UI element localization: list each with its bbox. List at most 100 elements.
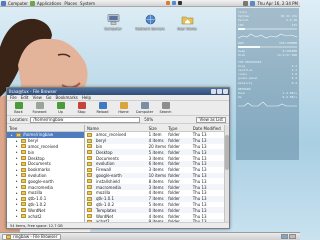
file-row[interactable]: Documents 3 items folder Thu 13 <box>85 155 224 161</box>
workspace-1[interactable] <box>281 234 288 239</box>
computer-button[interactable]: Computer <box>136 102 153 114</box>
desktop-icon-computer[interactable]: Computer <box>96 14 130 31</box>
file-name: Documents <box>96 155 119 161</box>
top-panel: Computer Applications Places System Thu … <box>0 0 300 7</box>
file-row[interactable]: amoc_received 1 item folder Thu 13 <box>85 132 224 138</box>
menu-places[interactable]: Places <box>63 1 78 6</box>
file-row[interactable]: WordNet 4 items folder Thu 13 <box>85 213 224 219</box>
file-date: Thu 13 <box>192 207 207 213</box>
file-name: installshield <box>96 178 120 184</box>
network-icon[interactable] <box>250 1 256 6</box>
file-name-cell: Templates <box>85 208 147 213</box>
file-row[interactable]: Desktop 5 items folder Thu 13 <box>85 149 224 156</box>
folder-icon <box>87 132 92 137</box>
file-row[interactable]: Firewall 3 items folder Thu 13 <box>85 167 224 173</box>
file-name-cell: macromedia <box>85 185 147 190</box>
stop-button[interactable]: Stop <box>73 102 90 114</box>
file-name-cell: amoc_received <box>85 132 147 137</box>
desktop-icon-home[interactable]: User Home <box>170 14 204 31</box>
back-button[interactable]: Back <box>10 102 27 114</box>
expand-arrow-icon[interactable]: ▸ <box>16 179 19 183</box>
tool-label: Forward <box>32 110 47 114</box>
maximize-button[interactable] <box>217 89 222 94</box>
file-row[interactable]: qtk-1.0.2 5 items folder Thu 13 <box>85 202 224 208</box>
expand-arrow-icon[interactable]: ▸ <box>16 185 19 189</box>
window-titlebar[interactable]: Ilsaa@tux - File Browser <box>7 88 229 95</box>
file-row[interactable]: mozilla 4 items folder Thu 13 <box>85 190 224 196</box>
reload-button[interactable]: Reload <box>94 102 111 114</box>
menu-view[interactable]: View <box>32 95 42 100</box>
expand-arrow-icon[interactable]: ▸ <box>16 144 19 148</box>
file-row[interactable]: macromedia 3 items folder Thu 13 <box>85 184 224 190</box>
mail-launcher-icon[interactable] <box>171 1 176 5</box>
expand-arrow-icon[interactable]: ▸ <box>16 162 19 166</box>
expand-arrow-icon[interactable]: ▸ <box>16 150 19 154</box>
file-row[interactable]: beryl 4 items folder Thu 13 <box>85 137 224 144</box>
file-date: Thu 13 <box>192 196 207 202</box>
menu-file[interactable]: File <box>10 95 17 100</box>
panel-clock[interactable]: Thu Apr 16, 2:34 PM <box>257 1 298 6</box>
expand-arrow-icon[interactable]: ▸ <box>16 173 19 177</box>
column-size[interactable]: Size <box>147 126 167 131</box>
forward-button[interactable]: Forward <box>31 102 48 114</box>
tree-item[interactable]: ▸ xchat2 <box>7 213 84 219</box>
monitor-value: 378/1008MB <box>278 41 297 46</box>
taskbar-item-file-browser[interactable]: ringbaw - File Browser <box>2 233 62 240</box>
expand-arrow-icon[interactable]: ▸ <box>16 139 19 143</box>
computer-icon[interactable] <box>1 0 6 6</box>
expand-arrow-icon[interactable]: ▸ <box>16 197 19 201</box>
file-row[interactable]: google-earth 10 items folder Thu 13 <box>85 172 224 179</box>
expand-arrow-icon[interactable]: ▸ <box>16 191 19 195</box>
menu-bookmarks[interactable]: Bookmarks <box>56 95 78 100</box>
expand-arrow-icon[interactable]: ▸ <box>16 202 19 206</box>
expand-arrow-icon[interactable]: ▸ <box>16 156 19 160</box>
process-cpu: 0.2 <box>291 80 297 85</box>
applications-icon[interactable] <box>29 0 35 6</box>
menu-edit[interactable]: Edit <box>21 95 29 100</box>
location-label: Location: <box>10 117 29 122</box>
sidebar-header[interactable]: Tree <box>7 125 84 132</box>
file-row[interactable]: bin 20 items folder Thu 13 <box>85 144 224 150</box>
expand-arrow-icon[interactable]: ▸ <box>16 208 19 212</box>
file-type: folder <box>168 207 180 213</box>
column-name[interactable]: Name <box>85 126 147 131</box>
file-size: 3 items <box>148 155 164 161</box>
file-row[interactable]: qtk-1.0.1 7 items folder Thu 13 <box>85 195 224 202</box>
expand-arrow-icon[interactable]: ▸ <box>16 214 19 218</box>
scrollbar[interactable] <box>224 125 229 222</box>
file-type: folder <box>168 167 180 173</box>
column-type[interactable]: Type <box>166 126 190 131</box>
column-date[interactable]: Date Modified <box>191 126 224 131</box>
up-button[interactable]: Up <box>52 102 69 114</box>
workspace-2[interactable] <box>289 234 296 239</box>
menu-help[interactable]: Help <box>82 95 91 100</box>
zoom-level[interactable]: 50% <box>144 117 153 122</box>
home-button[interactable]: Home <box>115 102 132 114</box>
desktop-icon-network[interactable]: Network Servers <box>133 14 167 31</box>
expand-arrow-icon[interactable]: ▸ <box>16 168 19 172</box>
file-name-cell: qtk-1.0.2 <box>85 202 147 207</box>
menu-go[interactable]: Go <box>46 95 52 100</box>
menu-system[interactable]: System <box>79 1 96 6</box>
location-field[interactable]: /home/ringbaw <box>30 116 141 123</box>
view-as-select[interactable]: View as List <box>196 116 226 123</box>
file-name-cell: qtk-1.0.1 <box>85 196 147 201</box>
menu-computer[interactable]: Computer <box>7 1 29 6</box>
file-row[interactable]: installshield 8 items folder Thu 13 <box>85 178 224 184</box>
close-button[interactable] <box>223 89 228 94</box>
search-button[interactable]: Search <box>157 102 174 114</box>
file-date: Thu 13 <box>192 201 207 207</box>
minimize-button[interactable] <box>211 89 216 94</box>
file-date: Thu 13 <box>192 172 207 178</box>
folder-icon <box>16 132 21 137</box>
browser-launcher-icon[interactable] <box>165 1 170 5</box>
tool-label: Back <box>14 110 23 114</box>
volume-icon[interactable] <box>243 1 249 6</box>
terminal-launcher-icon[interactable] <box>177 1 182 5</box>
expand-arrow-icon[interactable]: ▸ <box>11 133 14 137</box>
file-row[interactable]: evolution 6 items folder Thu 13 <box>85 160 224 167</box>
scrollbar-thumb[interactable] <box>225 135 229 170</box>
status-bar: 54 items, Free space: 12.7 GB <box>7 222 229 228</box>
file-row[interactable]: Templates 0 items folder Thu 13 <box>85 207 224 214</box>
menu-applications[interactable]: Applications <box>36 1 62 6</box>
